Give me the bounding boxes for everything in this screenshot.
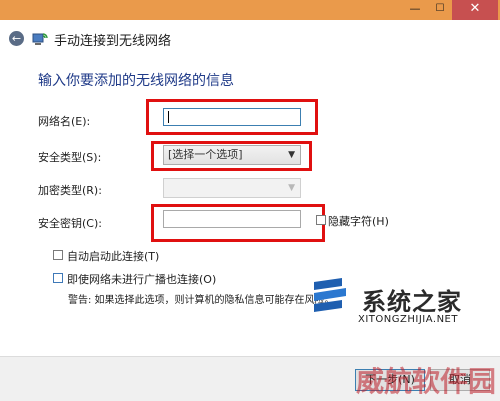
- maximize-button[interactable]: ☐: [428, 0, 452, 20]
- page-heading: 输入你要添加的无线网络的信息: [38, 73, 234, 89]
- window-title: 手动连接到无线网络: [54, 34, 172, 49]
- highlight-security-type: [151, 141, 312, 171]
- encryption-type-select[interactable]: ▼: [163, 178, 301, 198]
- security-type-label: 安全类型(S):: [38, 151, 102, 164]
- hide-characters-label: 隐藏字符(H): [328, 215, 389, 228]
- connect-hidden-checkbox[interactable]: [53, 273, 63, 283]
- watermark-url: XITONGZHIJIA.NET: [358, 314, 458, 325]
- window-titlebar: — ☐ ✕: [0, 0, 500, 20]
- watermark-brand: 系统之家: [362, 287, 462, 316]
- close-button[interactable]: ✕: [452, 0, 498, 20]
- chevron-down-icon: ▼: [288, 183, 295, 193]
- hide-characters-checkbox[interactable]: [316, 215, 326, 225]
- highlight-network-name: [146, 99, 318, 135]
- minimize-button[interactable]: —: [402, 0, 428, 20]
- watermark-park: 威航软件园: [356, 365, 497, 398]
- highlight-security-key: [151, 204, 325, 242]
- back-arrow-icon[interactable]: ←: [9, 31, 24, 46]
- warning-text: 警告: 如果选择此选项，则计算机的隐私信息可能存在风险。: [68, 295, 335, 306]
- auto-connect-checkbox[interactable]: [53, 250, 63, 260]
- encryption-type-label: 加密类型(R):: [38, 184, 102, 197]
- network-icon: [32, 33, 48, 45]
- connect-hidden-label: 即使网络未进行广播也连接(O): [67, 273, 217, 286]
- network-name-label: 网络名(E):: [38, 115, 91, 128]
- watermark-logo-icon: [314, 278, 346, 312]
- auto-connect-label: 自动启动此连接(T): [67, 250, 160, 263]
- security-key-label: 安全密钥(C):: [38, 217, 102, 230]
